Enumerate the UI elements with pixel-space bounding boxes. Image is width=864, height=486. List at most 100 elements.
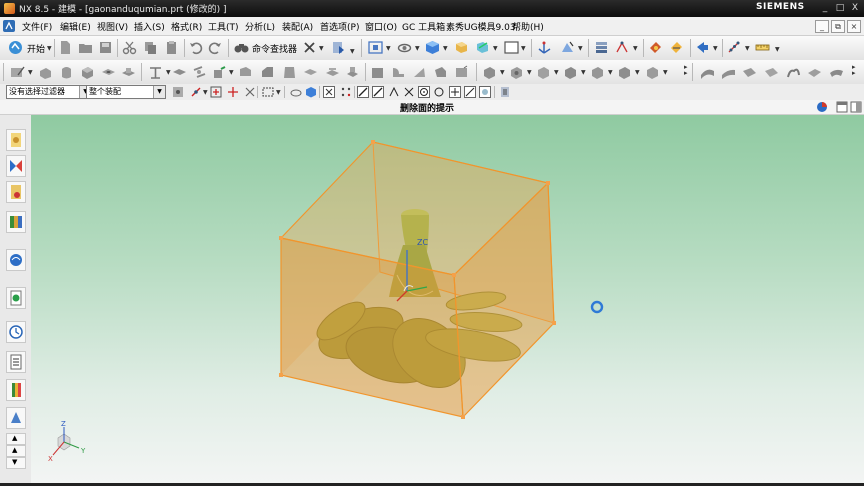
part-navigator-tab[interactable] bbox=[6, 181, 26, 203]
select-faces-icon[interactable] bbox=[290, 86, 302, 98]
snap-dropdown-arrow[interactable]: ▼ bbox=[203, 89, 208, 96]
rectangle-select-icon[interactable] bbox=[262, 86, 274, 98]
ruled-surface-icon[interactable] bbox=[764, 65, 779, 80]
edge-blend-icon[interactable] bbox=[238, 65, 253, 80]
move-object-icon[interactable] bbox=[695, 40, 710, 55]
type-filter-select[interactable]: 没有选择过滤器 ▼ bbox=[6, 85, 92, 99]
fit-view-dropdown-arrow[interactable]: ▼ bbox=[386, 45, 391, 52]
existing-point-snap-icon[interactable] bbox=[449, 86, 461, 98]
move-face-icon[interactable] bbox=[433, 65, 448, 80]
sketch-dropdown-arrow[interactable]: ▼ bbox=[28, 69, 33, 76]
pattern-dropdown-arrow[interactable]: ▼ bbox=[745, 45, 750, 52]
window-maximize-button[interactable]: □ bbox=[833, 2, 847, 14]
snap-point-icon[interactable] bbox=[190, 86, 202, 98]
window-close-button[interactable]: X bbox=[848, 2, 862, 14]
datum-plane-dropdown-arrow[interactable]: ▼ bbox=[166, 69, 171, 76]
thicken-icon[interactable] bbox=[482, 65, 497, 80]
menu-tools[interactable]: 工具(T) bbox=[208, 20, 239, 33]
quick-pick-icon[interactable] bbox=[499, 86, 511, 98]
intersection-snap-icon[interactable] bbox=[403, 86, 415, 98]
select-body-icon[interactable] bbox=[305, 86, 317, 98]
n-sided-surface-icon[interactable] bbox=[742, 65, 757, 80]
offset-face-icon[interactable] bbox=[370, 65, 385, 80]
mirror-dropdown-arrow[interactable]: ▼ bbox=[635, 69, 640, 76]
toolbar-overflow-chevron[interactable]: ▸ ▸ bbox=[684, 64, 688, 77]
datum-icon[interactable] bbox=[560, 40, 575, 55]
scale-dropdown-arrow[interactable]: ▼ bbox=[663, 69, 668, 76]
deselect-icon[interactable] bbox=[244, 86, 256, 98]
menu-format[interactable]: 格式(R) bbox=[171, 20, 202, 33]
constraint-navigator-tab[interactable] bbox=[6, 155, 26, 177]
process-studio-tab[interactable] bbox=[6, 321, 26, 343]
sew-icon[interactable] bbox=[509, 65, 524, 80]
select-cross-icon[interactable] bbox=[227, 86, 239, 98]
menu-suxiu-mold[interactable]: 素秀UG模具9.03 bbox=[446, 20, 516, 33]
reuse-library-tab[interactable] bbox=[6, 211, 26, 233]
extrude-icon[interactable] bbox=[38, 65, 53, 80]
menu-view[interactable]: 视图(V) bbox=[97, 20, 128, 33]
snap-grid-icon[interactable] bbox=[340, 86, 352, 98]
panel-toggle-icon[interactable] bbox=[836, 101, 848, 113]
sketch-icon[interactable] bbox=[10, 65, 25, 80]
fill-surface-icon[interactable] bbox=[829, 65, 844, 80]
combine-dropdown-arrow[interactable]: ▼ bbox=[229, 69, 234, 76]
menu-edit[interactable]: 编辑(E) bbox=[60, 20, 91, 33]
fit-view-icon[interactable] bbox=[368, 40, 383, 55]
show-hide-dropdown-arrow[interactable]: ▼ bbox=[350, 48, 355, 55]
section-dropdown-arrow[interactable]: ▼ bbox=[493, 45, 498, 52]
history-tab[interactable] bbox=[6, 287, 26, 309]
open-folder-icon[interactable] bbox=[78, 40, 93, 55]
paste-icon[interactable] bbox=[164, 40, 179, 55]
section-view-icon[interactable] bbox=[475, 40, 490, 55]
menu-analysis[interactable]: 分析(L) bbox=[245, 20, 275, 33]
new-file-icon[interactable] bbox=[58, 40, 73, 55]
delete-dropdown-arrow[interactable]: ▼ bbox=[319, 45, 324, 52]
menu-window[interactable]: 窗口(O) bbox=[365, 20, 397, 33]
background-icon[interactable] bbox=[504, 40, 519, 55]
start-icon[interactable] bbox=[8, 40, 23, 55]
selection-scope-select[interactable]: 整个装配 ▼ bbox=[86, 85, 166, 99]
wrap-dropdown-arrow[interactable]: ▼ bbox=[608, 69, 613, 76]
undo-icon[interactable] bbox=[188, 40, 203, 55]
subtract-icon[interactable] bbox=[192, 65, 207, 80]
analysis-distance-icon[interactable] bbox=[615, 40, 630, 55]
shaded-cube-icon[interactable] bbox=[425, 40, 440, 55]
mirror-body-icon[interactable] bbox=[617, 65, 632, 80]
draft-icon[interactable] bbox=[282, 65, 297, 80]
resource-bar-scroll-mid[interactable]: ▲ bbox=[6, 445, 26, 457]
replace-face-icon[interactable] bbox=[412, 65, 427, 80]
pattern-icon[interactable] bbox=[727, 40, 742, 55]
command-finder-button[interactable]: 命令查找器 bbox=[252, 42, 297, 55]
mold-wizard-icon[interactable] bbox=[648, 40, 663, 55]
boss-icon[interactable] bbox=[121, 65, 136, 80]
menu-assembly[interactable]: 装配(A) bbox=[282, 20, 313, 33]
web-browser-tab[interactable] bbox=[6, 249, 26, 271]
cut-icon[interactable] bbox=[122, 40, 137, 55]
view-orient-icon[interactable] bbox=[454, 40, 469, 55]
menu-help[interactable]: 帮助(H) bbox=[512, 20, 544, 33]
shell-icon[interactable] bbox=[303, 65, 318, 80]
doc-minimize-button[interactable]: _ bbox=[815, 20, 829, 33]
endpoint-snap-icon[interactable] bbox=[357, 86, 369, 98]
toolbar-overflow-chevron-2[interactable]: ▸ ▸ bbox=[852, 64, 856, 77]
menu-insert[interactable]: 插入(S) bbox=[134, 20, 165, 33]
block-icon[interactable] bbox=[80, 65, 95, 80]
start-dropdown-arrow[interactable]: ▼ bbox=[47, 45, 52, 52]
layer-settings-icon[interactable] bbox=[594, 40, 609, 55]
graphics-window[interactable]: ZC Z Y X bbox=[31, 115, 864, 483]
menu-preferences[interactable]: 首选项(P) bbox=[320, 20, 359, 33]
nx-menu-icon[interactable] bbox=[3, 20, 15, 32]
revolve-icon[interactable] bbox=[59, 65, 74, 80]
studio-surface-icon[interactable] bbox=[786, 65, 801, 80]
arc-center-snap-icon[interactable] bbox=[418, 86, 430, 98]
spin-status-icon[interactable] bbox=[816, 101, 828, 113]
delete-x-icon[interactable] bbox=[302, 40, 317, 55]
filter-settings-icon[interactable] bbox=[172, 86, 184, 98]
control-point-snap-icon[interactable] bbox=[388, 86, 400, 98]
copy-icon[interactable] bbox=[143, 40, 158, 55]
measure-dropdown-arrow[interactable]: ▼ bbox=[775, 46, 780, 53]
manufacturing-wizard-tab[interactable] bbox=[6, 351, 26, 373]
snap-enable-icon[interactable] bbox=[323, 86, 335, 98]
extract-geometry-icon[interactable] bbox=[563, 65, 578, 80]
split-body-icon[interactable] bbox=[345, 65, 360, 80]
